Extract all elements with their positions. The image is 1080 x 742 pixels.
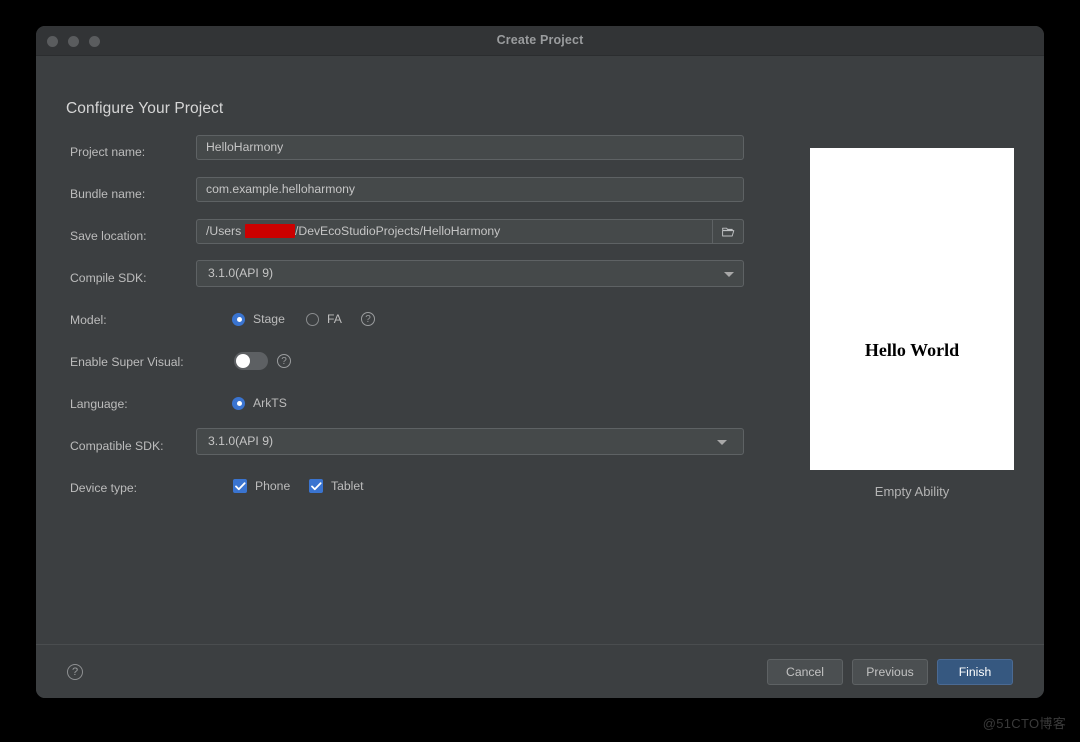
browse-folder-button[interactable] [712, 219, 744, 244]
row-save-location: Save location: /Users /DevEcoStudioProje… [36, 218, 796, 260]
check-icon [235, 482, 246, 491]
device-type-label: Device type: [70, 481, 138, 495]
enable-super-visual-toggle[interactable] [234, 352, 268, 370]
row-enable-super-visual: Enable Super Visual: ? [36, 344, 796, 386]
language-option-arkts[interactable]: ArkTS [232, 396, 287, 410]
radio-arkts-icon[interactable] [232, 396, 245, 410]
dialog-footer: ? Cancel Previous Finish [36, 644, 1044, 698]
window-title: Create Project [496, 33, 584, 47]
row-language: Language: ArkTS [36, 386, 796, 428]
language-option-arkts-label: ArkTS [253, 396, 287, 410]
compatible-sdk-select[interactable]: 3.1.0(API 9) [196, 428, 744, 455]
create-project-dialog: Create Project Configure Your Project Pr… [36, 26, 1044, 698]
model-option-fa[interactable]: FA [306, 312, 342, 326]
watermark: @51CTO博客 [982, 716, 1066, 731]
folder-icon [721, 227, 734, 236]
checkbox-tablet-icon[interactable] [309, 479, 323, 493]
compile-sdk-label: Compile SDK: [70, 271, 147, 285]
project-config-form: Project name: HelloHarmony Bundle name: … [36, 134, 796, 512]
redaction-block [245, 224, 295, 238]
device-type-phone[interactable]: Phone [233, 479, 290, 493]
row-model: Model: Stage FA ? [36, 302, 796, 344]
row-compile-sdk: Compile SDK: 3.1.0(API 9) [36, 260, 796, 302]
phone-preview-screen: Hello World [810, 148, 1014, 470]
page-title: Configure Your Project [66, 100, 224, 117]
bundle-name-value: com.example.helloharmony [206, 182, 356, 196]
chevron-down-icon [724, 272, 734, 277]
model-option-fa-label: FA [327, 312, 342, 326]
model-option-stage-label: Stage [253, 312, 285, 326]
save-location-prefix: /Users [206, 224, 242, 238]
radio-fa-icon[interactable] [306, 312, 319, 326]
compatible-sdk-label: Compatible SDK: [70, 439, 164, 453]
compatible-sdk-value: 3.1.0(API 9) [208, 434, 274, 448]
bundle-name-input[interactable]: com.example.helloharmony [196, 177, 744, 202]
dialog-body: Configure Your Project Project name: Hel… [36, 56, 1044, 644]
finish-button[interactable]: Finish [937, 659, 1013, 685]
project-name-label: Project name: [70, 145, 146, 159]
save-location-suffix: /DevEcoStudioProjects/HelloHarmony [295, 224, 501, 238]
toggle-knob [236, 354, 250, 368]
radio-stage-icon[interactable] [232, 312, 245, 326]
previous-button[interactable]: Previous [852, 659, 928, 685]
compile-sdk-value: 3.1.0(API 9) [208, 266, 274, 280]
row-project-name: Project name: HelloHarmony [36, 134, 796, 176]
row-device-type: Device type: Phone Tablet [36, 470, 796, 512]
enable-super-visual-label: Enable Super Visual: [70, 355, 184, 369]
device-type-tablet-label: Tablet [331, 479, 364, 493]
chevron-down-icon [717, 440, 727, 445]
window-titlebar: Create Project [36, 26, 1044, 56]
footer-help-icon[interactable]: ? [67, 664, 83, 680]
row-compatible-sdk: Compatible SDK: 3.1.0(API 9) [36, 428, 796, 470]
cancel-button[interactable]: Cancel [767, 659, 843, 685]
project-name-value: HelloHarmony [206, 140, 284, 154]
language-label: Language: [70, 397, 128, 411]
phone-preview-text: Hello World [864, 340, 960, 360]
model-label: Model: [70, 313, 107, 327]
template-name-caption: Empty Ability [874, 484, 950, 499]
device-type-tablet[interactable]: Tablet [309, 479, 364, 493]
device-type-phone-label: Phone [255, 479, 291, 493]
footer-buttons: Cancel Previous Finish [767, 659, 1013, 685]
checkbox-phone-icon[interactable] [233, 479, 247, 493]
check-icon [311, 482, 322, 491]
save-location-input[interactable]: /Users /DevEcoStudioProjects/HelloHarmon… [196, 219, 744, 244]
model-option-stage[interactable]: Stage [232, 312, 285, 326]
screen-root: Create Project Configure Your Project Pr… [0, 0, 1080, 742]
model-help-icon[interactable]: ? [361, 312, 375, 326]
template-preview: Hello World Empty Ability [810, 148, 1014, 499]
project-name-input[interactable]: HelloHarmony [196, 135, 744, 160]
save-location-label: Save location: [70, 229, 147, 243]
super-visual-help-icon[interactable]: ? [277, 354, 291, 368]
compile-sdk-select[interactable]: 3.1.0(API 9) [196, 260, 744, 287]
bundle-name-label: Bundle name: [70, 187, 146, 201]
row-bundle-name: Bundle name: com.example.helloharmony [36, 176, 796, 218]
